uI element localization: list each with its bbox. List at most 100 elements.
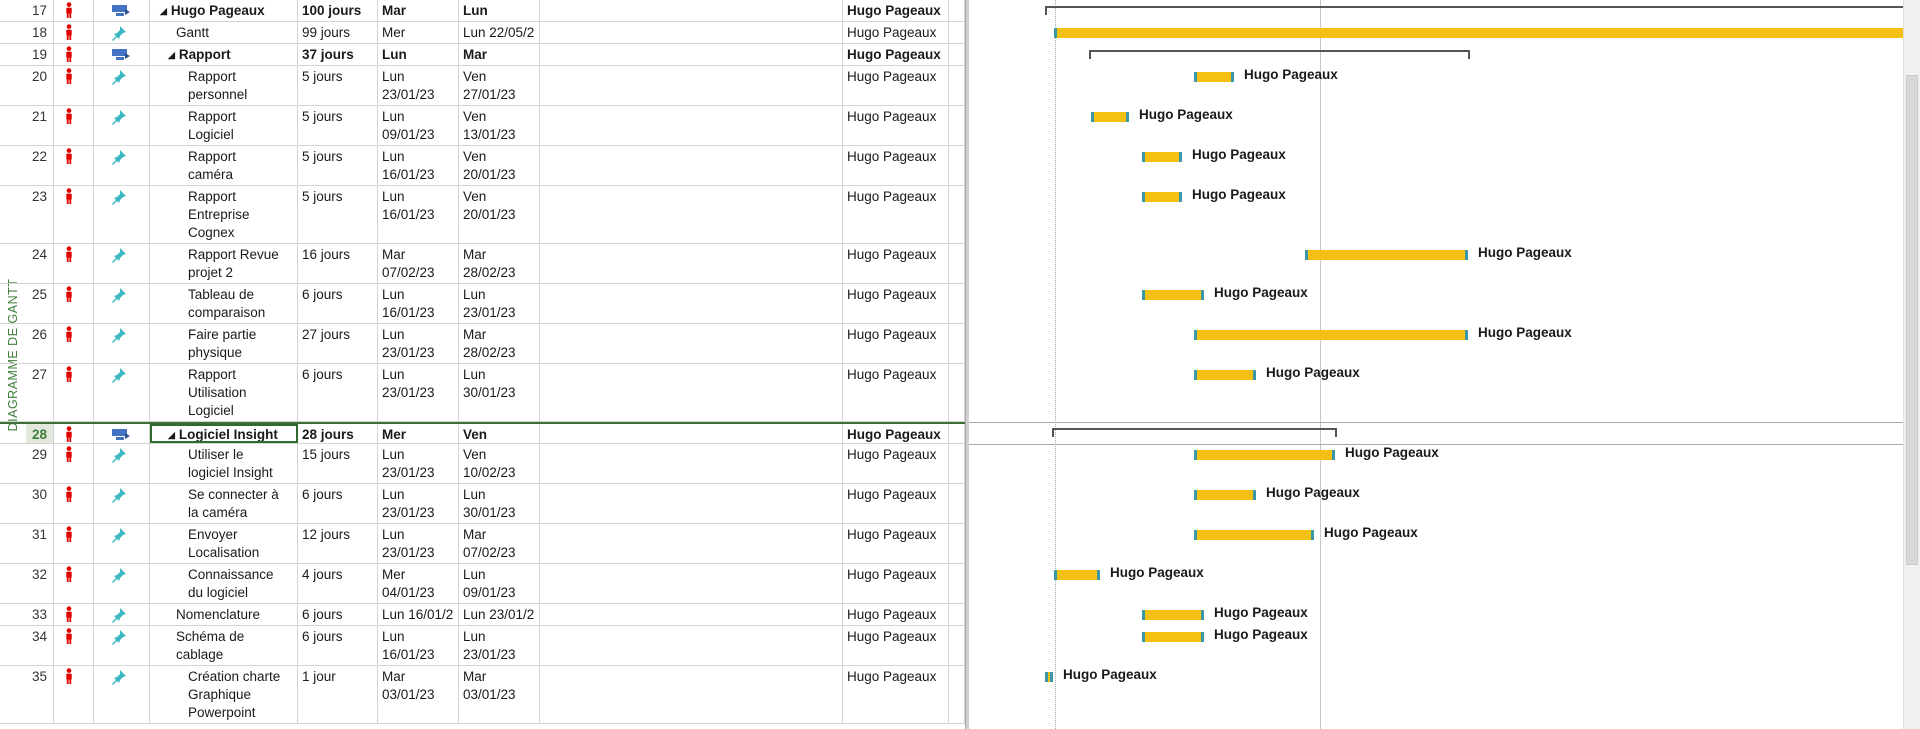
row-id[interactable]: 35	[26, 666, 54, 723]
indicators-cell[interactable]	[54, 666, 94, 723]
task-mode-cell[interactable]	[94, 0, 150, 21]
finish-date-cell[interactable]: Ven 10/02/23	[459, 444, 540, 483]
indicators-cell[interactable]	[54, 324, 94, 363]
task-bar[interactable]	[1142, 192, 1182, 202]
row-id[interactable]: 25	[26, 284, 54, 323]
finish-date-cell[interactable]: Mar 28/02/23	[459, 324, 540, 363]
start-date-cell[interactable]: Lun 16/01/23	[378, 284, 459, 323]
duration-cell[interactable]: 15 jours	[298, 444, 378, 483]
start-date-cell[interactable]: Lun 09/01/23	[378, 106, 459, 145]
finish-date-cell[interactable]: Ven 10/02/2	[459, 424, 540, 443]
add-column-cell[interactable]	[949, 244, 965, 283]
duration-cell[interactable]: 6 jours	[298, 626, 378, 665]
duration-cell[interactable]: 6 jours	[298, 284, 378, 323]
task-bar[interactable]	[1194, 72, 1234, 82]
resource-names-cell[interactable]: Hugo Pageaux	[843, 626, 949, 665]
resource-names-cell[interactable]: Hugo Pageaux	[843, 564, 949, 603]
indicators-cell[interactable]	[54, 66, 94, 105]
task-row[interactable]: 24 Rapport Revue projet 2 16 jours Mar 07/0…	[0, 244, 965, 284]
task-bar[interactable]	[1194, 330, 1468, 340]
indicators-cell[interactable]	[54, 44, 94, 65]
predecessors-cell[interactable]	[540, 444, 843, 483]
task-name-cell[interactable]: Rapport personnel	[150, 66, 298, 105]
row-id[interactable]: 18	[26, 22, 54, 43]
finish-date-cell[interactable]: Ven 13/01/23	[459, 106, 540, 145]
row-id[interactable]: 31	[26, 524, 54, 563]
task-row[interactable]: 30 Se connecter à la caméra 6 jours Lun 23/…	[0, 484, 965, 524]
task-mode-cell[interactable]	[94, 424, 150, 443]
scrollbar-thumb[interactable]	[1906, 75, 1918, 565]
task-row[interactable]: 22 Rapport caméra 5 jours Lun 16/01/23 Ven 2…	[0, 146, 965, 186]
summary-task-row[interactable]: 19◢Rapport37 joursLun 09/01/2Mar 28/02/2…	[0, 44, 965, 66]
predecessors-cell[interactable]	[540, 146, 843, 185]
task-name-cell[interactable]: Faire partie physique	[150, 324, 298, 363]
start-date-cell[interactable]: Mer 04/01/2	[378, 22, 459, 43]
resource-names-cell[interactable]: Hugo Pageaux	[843, 444, 949, 483]
finish-date-cell[interactable]: Lun 30/01/23	[459, 364, 540, 421]
task-name-cell[interactable]: Rapport Entreprise Cognex	[150, 186, 298, 243]
task-bar[interactable]	[1142, 152, 1182, 162]
duration-cell[interactable]: 4 jours	[298, 564, 378, 603]
resource-names-cell[interactable]: Hugo Pageaux	[843, 604, 949, 625]
collapse-toggle-icon[interactable]: ◢	[168, 46, 175, 64]
finish-date-cell[interactable]: Lun 23/01/23	[459, 284, 540, 323]
duration-cell[interactable]: 6 jours	[298, 364, 378, 421]
task-bar[interactable]	[1194, 450, 1335, 460]
task-row[interactable]: 26 Faire partie physique 27 jours Lun 23/01…	[0, 324, 965, 364]
indicators-cell[interactable]	[54, 106, 94, 145]
add-column-cell[interactable]	[949, 626, 965, 665]
row-id[interactable]: 20	[26, 66, 54, 105]
row-id[interactable]: 22	[26, 146, 54, 185]
resource-names-cell[interactable]: Hugo Pageaux	[843, 666, 949, 723]
predecessors-cell[interactable]	[540, 22, 843, 43]
start-date-cell[interactable]: Lun 23/01/23	[378, 484, 459, 523]
task-bar[interactable]	[1194, 370, 1256, 380]
indicators-cell[interactable]	[54, 244, 94, 283]
finish-date-cell[interactable]: Lun 23/01/23	[459, 626, 540, 665]
task-name-cell[interactable]: Connaissance du logiciel	[150, 564, 298, 603]
duration-cell[interactable]: 6 jours	[298, 484, 378, 523]
task-row[interactable]: 29 Utiliser le logiciel Insight 15 jours Lu…	[0, 444, 965, 484]
add-column-cell[interactable]	[949, 524, 965, 563]
vertical-scrollbar[interactable]	[1903, 0, 1920, 729]
add-column-cell[interactable]	[949, 66, 965, 105]
task-row[interactable]: 35 Création charte Graphique Powerpoint 1 …	[0, 666, 965, 724]
indicators-cell[interactable]	[54, 444, 94, 483]
predecessors-cell[interactable]	[540, 666, 843, 723]
task-mode-cell[interactable]	[94, 564, 150, 603]
duration-cell[interactable]: 16 jours	[298, 244, 378, 283]
add-column-cell[interactable]	[949, 44, 965, 65]
finish-date-cell[interactable]: Ven 20/01/23	[459, 146, 540, 185]
finish-date-cell[interactable]: Mar 28/02/23	[459, 244, 540, 283]
resource-names-cell[interactable]: Hugo Pageaux	[843, 524, 949, 563]
task-row[interactable]: 33 Nomenclature 6 jours Lun 16/01/2 Lun 23/0…	[0, 604, 965, 626]
duration-cell[interactable]: 1 jour	[298, 666, 378, 723]
resource-names-cell[interactable]: Hugo Pageaux	[843, 484, 949, 523]
task-bar[interactable]	[1054, 28, 1903, 38]
indicators-cell[interactable]	[54, 186, 94, 243]
task-mode-cell[interactable]	[94, 324, 150, 363]
finish-date-cell[interactable]: Ven 20/01/23	[459, 186, 540, 243]
task-mode-cell[interactable]	[94, 666, 150, 723]
collapse-toggle-icon[interactable]: ◢	[168, 426, 175, 443]
task-mode-cell[interactable]	[94, 22, 150, 43]
start-date-cell[interactable]: Lun 16/01/23	[378, 146, 459, 185]
add-column-cell[interactable]	[949, 22, 965, 43]
duration-cell[interactable]: 5 jours	[298, 106, 378, 145]
add-column-cell[interactable]	[949, 604, 965, 625]
task-name-cell[interactable]: Se connecter à la caméra	[150, 484, 298, 523]
summary-task-row[interactable]: 28◢Logiciel Insight28 joursMer 04/01/2Ve…	[0, 422, 965, 444]
start-date-cell[interactable]: Lun 16/01/23	[378, 626, 459, 665]
row-id[interactable]: 24	[26, 244, 54, 283]
resource-names-cell[interactable]: Hugo Pageaux	[843, 106, 949, 145]
finish-date-cell[interactable]: Mar 07/02/23	[459, 524, 540, 563]
row-id[interactable]: 34	[26, 626, 54, 665]
indicators-cell[interactable]	[54, 22, 94, 43]
task-mode-cell[interactable]	[94, 444, 150, 483]
task-name-cell[interactable]: ◢ Rapport	[150, 44, 298, 65]
start-date-cell[interactable]: Lun 23/01/23	[378, 524, 459, 563]
start-date-cell[interactable]: Lun 23/01/23	[378, 364, 459, 421]
task-mode-cell[interactable]	[94, 364, 150, 421]
resource-names-cell[interactable]: Hugo Pageaux	[843, 146, 949, 185]
summary-bar[interactable]	[1045, 6, 1903, 15]
